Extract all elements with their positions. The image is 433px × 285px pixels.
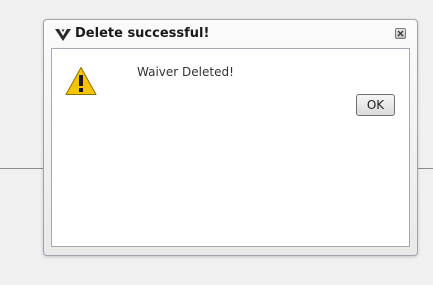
delete-successful-dialog: Delete successful! Waiver Deleted! OK — [43, 19, 418, 256]
dialog-title: Delete successful! — [75, 26, 210, 41]
dialog-titlebar[interactable]: Delete successful! — [44, 20, 417, 48]
close-icon — [397, 30, 404, 37]
air-force-wings-icon — [54, 27, 72, 41]
warning-icon — [65, 66, 97, 96]
close-button[interactable] — [395, 28, 406, 39]
ok-button[interactable]: OK — [356, 94, 395, 116]
dialog-content: Waiver Deleted! OK — [51, 48, 410, 247]
dialog-message: Waiver Deleted! — [137, 65, 234, 79]
